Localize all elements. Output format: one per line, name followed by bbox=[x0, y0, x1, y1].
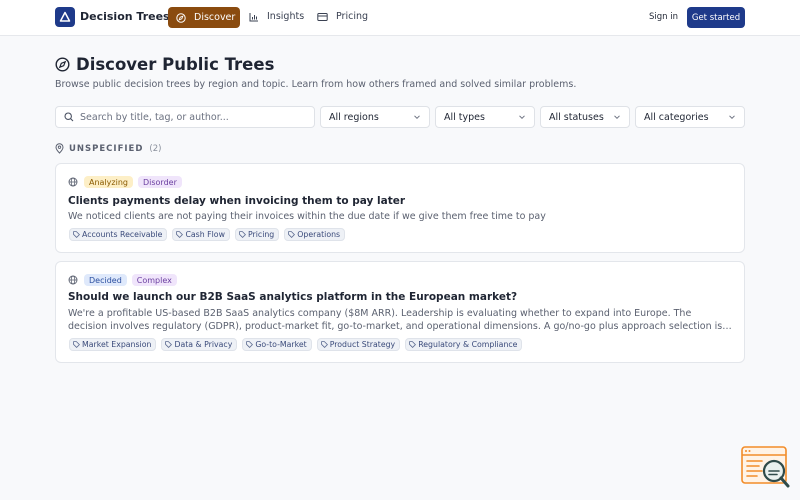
tag-label: Cash Flow bbox=[185, 230, 225, 239]
tag-label: Market Expansion bbox=[82, 340, 152, 349]
brand-name[interactable]: Decision Trees bbox=[80, 10, 170, 23]
globe-icon bbox=[68, 177, 78, 187]
nav-insights-label: Insights bbox=[267, 11, 305, 22]
tag-chip[interactable]: Cash Flow bbox=[172, 228, 230, 241]
compass-icon bbox=[55, 57, 70, 72]
tag-label: Data & Privacy bbox=[174, 340, 233, 349]
card-description: We noticed clients are not paying their … bbox=[68, 211, 546, 222]
chevron-down-icon bbox=[729, 115, 735, 120]
card-description: We're a profitable US-based B2B SaaS ana… bbox=[68, 308, 723, 332]
nav-pricing-label: Pricing bbox=[336, 11, 369, 22]
search-box[interactable] bbox=[55, 106, 315, 128]
complexity-badge: Disorder bbox=[137, 176, 182, 188]
page-title: Discover Public Trees bbox=[76, 55, 275, 74]
tag-icon bbox=[73, 231, 80, 238]
tag-icon bbox=[165, 341, 173, 348]
credit-card-icon bbox=[317, 12, 328, 21]
page-subtitle: Browse public decision trees by region a… bbox=[55, 79, 577, 90]
tag-label: Accounts Receivable bbox=[82, 230, 163, 239]
nav-insights[interactable]: Insights bbox=[249, 11, 304, 22]
tag-chip[interactable]: Accounts Receivable bbox=[69, 228, 168, 241]
nav-discover-label: Discover bbox=[194, 12, 236, 23]
page-heading: Discover Public Trees bbox=[55, 55, 274, 74]
top-navbar: Decision Trees Discover Insights Pricing… bbox=[0, 0, 800, 36]
tag-icon bbox=[239, 231, 246, 238]
tag-chip[interactable]: Data & Privacy bbox=[161, 338, 238, 351]
chevron-down-icon bbox=[414, 115, 420, 120]
tag-chip[interactable]: Go-to-Market bbox=[242, 338, 312, 351]
triangle-logo-icon[interactable] bbox=[55, 7, 75, 27]
tag-chip[interactable]: Operations bbox=[284, 228, 346, 241]
card-title[interactable]: Clients payments delay when invoicing th… bbox=[68, 195, 405, 207]
tag-label: Go-to-Market bbox=[255, 340, 307, 349]
tag-label: Pricing bbox=[247, 230, 275, 239]
regions-select-value: All regions bbox=[329, 111, 379, 123]
tree-card[interactable]: Decided Complex Should we launch our B2B… bbox=[55, 261, 745, 363]
tag-icon bbox=[73, 341, 80, 348]
tag-chip[interactable]: Regulatory & Compliance bbox=[405, 338, 523, 351]
map-pin-icon bbox=[55, 143, 64, 154]
complexity-badge: Complex bbox=[131, 274, 177, 286]
get-started-button[interactable]: Get started bbox=[687, 7, 745, 28]
feedback-search-icon[interactable] bbox=[740, 445, 792, 490]
statuses-select-value: All statuses bbox=[549, 111, 604, 123]
tag-icon bbox=[409, 341, 417, 348]
statuses-select[interactable]: All statuses bbox=[540, 106, 630, 128]
tag-icon bbox=[288, 231, 296, 238]
nav-pricing[interactable]: Pricing bbox=[317, 11, 368, 22]
types-select[interactable]: All types bbox=[435, 106, 535, 128]
tag-label: Operations bbox=[297, 230, 341, 239]
chevron-down-icon bbox=[614, 115, 620, 120]
chevron-down-icon bbox=[519, 115, 525, 120]
card-badges: Analyzing Disorder bbox=[68, 176, 187, 188]
region-section-header: UNSPECIFIED (2) bbox=[55, 143, 161, 154]
tree-card[interactable]: Analyzing Disorder Clients payments dela… bbox=[55, 163, 745, 253]
status-badge: Decided bbox=[84, 274, 127, 286]
categories-select[interactable]: All categories bbox=[635, 106, 745, 128]
section-label: UNSPECIFIED bbox=[69, 143, 144, 154]
card-tags: Accounts Receivable Cash Flow Pricing Op… bbox=[69, 228, 350, 241]
card-title[interactable]: Should we launch our B2B SaaS analytics … bbox=[68, 291, 517, 303]
tag-label: Regulatory & Compliance bbox=[418, 340, 518, 349]
tag-chip[interactable]: Market Expansion bbox=[69, 338, 157, 351]
card-tags: Market Expansion Data & Privacy Go-to-Ma… bbox=[69, 338, 527, 351]
tag-label: Product Strategy bbox=[329, 340, 396, 349]
compass-icon bbox=[176, 12, 186, 23]
tag-chip[interactable]: Pricing bbox=[234, 228, 280, 241]
categories-select-value: All categories bbox=[644, 111, 709, 123]
card-badges: Decided Complex bbox=[68, 274, 182, 286]
nav-discover[interactable]: Discover bbox=[168, 7, 240, 28]
tag-icon bbox=[320, 341, 328, 348]
section-count: (2) bbox=[149, 143, 162, 154]
search-icon bbox=[64, 112, 74, 122]
tag-icon bbox=[246, 341, 254, 348]
regions-select[interactable]: All regions bbox=[320, 106, 430, 128]
status-badge: Analyzing bbox=[84, 176, 133, 188]
sign-in-link[interactable]: Sign in bbox=[649, 12, 678, 22]
search-input[interactable] bbox=[80, 111, 300, 123]
types-select-value: All types bbox=[444, 111, 485, 123]
bar-chart-icon bbox=[249, 12, 258, 21]
tag-icon bbox=[176, 231, 184, 238]
globe-icon bbox=[68, 275, 78, 285]
tag-chip[interactable]: Product Strategy bbox=[316, 338, 401, 351]
